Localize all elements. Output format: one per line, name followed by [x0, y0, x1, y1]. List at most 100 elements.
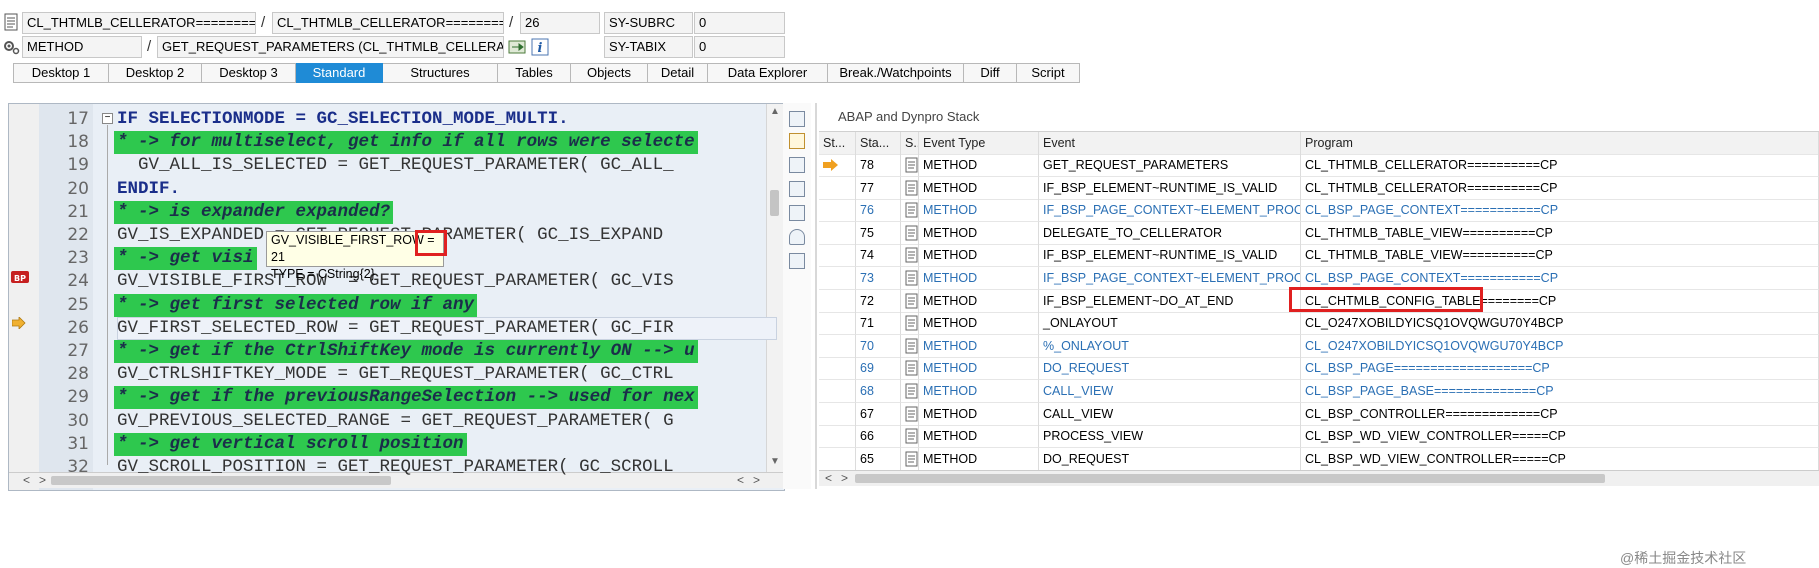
program-name: CL_THTMLB_TABLE_VIEW==========CP	[1301, 221, 1819, 245]
code-line[interactable]: 24 GV_VISIBLE_FIRST_ROW = GET_REQUEST_PAR…	[9, 270, 784, 293]
tab-diff[interactable]: Diff	[964, 63, 1017, 83]
line-number: 31	[67, 433, 89, 454]
tab-detail[interactable]: Detail	[648, 63, 708, 83]
sysvar-label-2: SY-TABIX	[604, 36, 693, 58]
stack-row[interactable]: 68 METHOD CALL_VIEW CL_BSP_PAGE_BASE=======…	[819, 380, 1819, 403]
source-type-cell	[901, 289, 919, 313]
tab-standard[interactable]: Standard	[296, 63, 383, 83]
tab-desktop-3[interactable]: Desktop 3	[202, 63, 296, 83]
stack-level: 68	[856, 380, 901, 403]
stack-row[interactable]: 69 METHOD DO_REQUEST CL_BSP_PAGE===========…	[819, 357, 1819, 381]
stack-panel-divider[interactable]	[815, 103, 817, 489]
stack-row[interactable]: 71 METHOD _ONLAYOUT CL_O247XOBILDYICSQ1OVQW…	[819, 312, 1819, 336]
stack-panel-title: ABAP and Dynpro Stack	[838, 109, 980, 124]
source-type-cell	[901, 199, 919, 223]
program-name: CL_BSP_WD_VIEW_CONTROLLER=====CP	[1301, 425, 1819, 449]
stack-row[interactable]: 70 METHOD %_ONLAYOUT CL_O247XOBILDYICSQ1OVQ…	[819, 334, 1819, 358]
code-line[interactable]: 21 * -> is expander expanded?	[9, 200, 784, 224]
info-icon[interactable]: i	[531, 38, 549, 56]
stack-row[interactable]: 76 METHOD IF_BSP_PAGE_CONTEXT~ELEMENT_PROC…	[819, 199, 1819, 223]
column-header[interactable]: Sta...	[856, 132, 901, 155]
code-line[interactable]: 26 GV_FIRST_SELECTED_ROW = GET_REQUEST_PA…	[9, 316, 784, 340]
stack-row[interactable]: 66 METHOD PROCESS_VIEW CL_BSP_WD_VIEW_CONTR…	[819, 425, 1819, 449]
column-header[interactable]: Program	[1301, 132, 1819, 155]
program-name: CL_THTMLB_CELLERATOR==========CP	[1301, 176, 1819, 200]
tab-script[interactable]: Script	[1017, 63, 1080, 83]
scroll-left-icon[interactable]: <	[825, 471, 832, 485]
status-cell	[819, 199, 856, 223]
source-code-icon	[905, 202, 918, 218]
event-name: _ONLAYOUT	[1039, 312, 1301, 336]
code-line[interactable]: 17 IF SELECTIONMODE = GC_SELECTION_MODE_M…	[9, 108, 784, 131]
source-code-icon	[905, 225, 918, 241]
event-name: PROCESS_VIEW	[1039, 425, 1301, 449]
navigate-icon[interactable]	[508, 38, 526, 56]
code-line[interactable]: 28 GV_CTRLSHIFTKEY_MODE = GET_REQUEST_PAR…	[9, 363, 784, 386]
code-line[interactable]: 18 * -> for multiselect, get info if all …	[9, 131, 784, 155]
stack-level: 76	[856, 199, 901, 223]
code-comment: * -> is expander expanded?	[114, 200, 394, 224]
stack-row[interactable]: 74 METHOD IF_BSP_ELEMENT~RUNTIME_IS_VALID C…	[819, 244, 1819, 268]
headset-icon[interactable]	[789, 229, 805, 245]
line-number-field[interactable]: 26	[520, 12, 600, 34]
code-line[interactable]: 20 ENDIF.	[9, 178, 784, 201]
event-field[interactable]: GET_REQUEST_PARAMETERS (CL_THTMLB_CELLER…	[157, 36, 504, 58]
tab-data-explorer[interactable]: Data Explorer	[708, 63, 828, 83]
stack-horizontal-scrollbar[interactable]: < >	[819, 470, 1819, 486]
program-name: CL_BSP_PAGE===================CP	[1301, 357, 1819, 381]
sysvar-value-1[interactable]: 0	[694, 12, 785, 34]
stack-row[interactable]: 67 METHOD CALL_VIEW CL_BSP_CONTROLLER======…	[819, 402, 1819, 426]
column-header[interactable]: S...	[901, 132, 919, 155]
stack-level: 66	[856, 425, 901, 449]
scroll-right-icon[interactable]: >	[841, 471, 848, 485]
column-header[interactable]: St...	[819, 132, 856, 155]
event-type: METHOD	[919, 312, 1039, 336]
sysvar-value-2[interactable]: 0	[694, 36, 785, 58]
stack-level: 77	[856, 176, 901, 200]
event-type: METHOD	[919, 334, 1039, 358]
tab-tables[interactable]: Tables	[498, 63, 571, 83]
include-field[interactable]: CL_THTMLB_CELLERATOR==========	[272, 12, 504, 34]
tab-break-watchpoints[interactable]: Break./Watchpoints	[828, 63, 964, 83]
split-view-icon[interactable]	[789, 205, 805, 221]
stack-row[interactable]: 78 METHOD GET_REQUEST_PARAMETERS CL_THTMLB_…	[819, 154, 1819, 177]
new-document-icon[interactable]	[789, 133, 805, 149]
code-line[interactable]: 31 * -> get vertical scroll position	[9, 432, 784, 456]
stack-level: 69	[856, 357, 901, 381]
close-window-icon[interactable]	[789, 181, 805, 197]
tab-desktop-1[interactable]: Desktop 1	[13, 63, 109, 83]
line-number: 20	[67, 178, 89, 199]
tools-icon[interactable]	[789, 253, 805, 269]
source-code-icon	[905, 360, 918, 376]
event-type-field[interactable]: METHOD	[22, 36, 142, 58]
layout-icon[interactable]	[789, 111, 805, 127]
breakpoint-icon[interactable]: BP	[11, 270, 29, 284]
event-name: DO_REQUEST	[1039, 447, 1301, 471]
source-code-icon	[905, 406, 918, 422]
event-type: METHOD	[919, 289, 1039, 313]
source-type-cell	[901, 312, 919, 336]
stack-row[interactable]: 77 METHOD IF_BSP_ELEMENT~RUNTIME_IS_VALID C…	[819, 176, 1819, 200]
watermark: @稀土掘金技术社区	[1620, 550, 1747, 566]
source-code-icon	[905, 338, 918, 354]
stack-row[interactable]: 65 METHOD DO_REQUEST CL_BSP_WD_VIEW_CONTROL…	[819, 447, 1819, 471]
h-scroll-thumb[interactable]	[855, 474, 1605, 483]
tab-desktop-2[interactable]: Desktop 2	[109, 63, 202, 83]
compare-icon[interactable]	[789, 157, 805, 173]
column-header[interactable]: Event	[1039, 132, 1301, 155]
event-name: IF_BSP_ELEMENT~RUNTIME_IS_VALID	[1039, 176, 1301, 200]
tab-structures[interactable]: Structures	[383, 63, 498, 83]
tab-objects[interactable]: Objects	[571, 63, 648, 83]
event-type: METHOD	[919, 357, 1039, 381]
program-field[interactable]: CL_THTMLB_CELLERATOR==========	[22, 12, 256, 34]
code-line[interactable]: 25 * -> get first selected row if any	[9, 293, 784, 317]
stack-row[interactable]: 75 METHOD DELEGATE_TO_CELLERATOR CL_THTMLB_…	[819, 221, 1819, 245]
code-line[interactable]: 19 GV_ALL_IS_SELECTED = GET_REQUEST_PARA…	[9, 154, 784, 177]
code-text: GV_ALL_IS_SELECTED = GET_REQUEST_PARAMET…	[117, 155, 674, 176]
code-line[interactable]: 29 * -> get if the previousRangeSelection…	[9, 386, 784, 410]
column-header[interactable]: Event Type	[919, 132, 1039, 155]
code-line[interactable]: 27 * -> get if the CtrlShiftKey mode is c…	[9, 340, 784, 363]
code-line[interactable]: 32 GV_SCROLL_POSITION = GET_REQUEST_PARAM…	[9, 456, 784, 479]
code-line[interactable]: 30 GV_PREVIOUS_SELECTED_RANGE = GET_REQUE…	[9, 410, 784, 433]
source-editor[interactable]: − ▲ ▼ < > < > 17 IF SELECTIONMODE = GC_SE…	[8, 103, 785, 491]
